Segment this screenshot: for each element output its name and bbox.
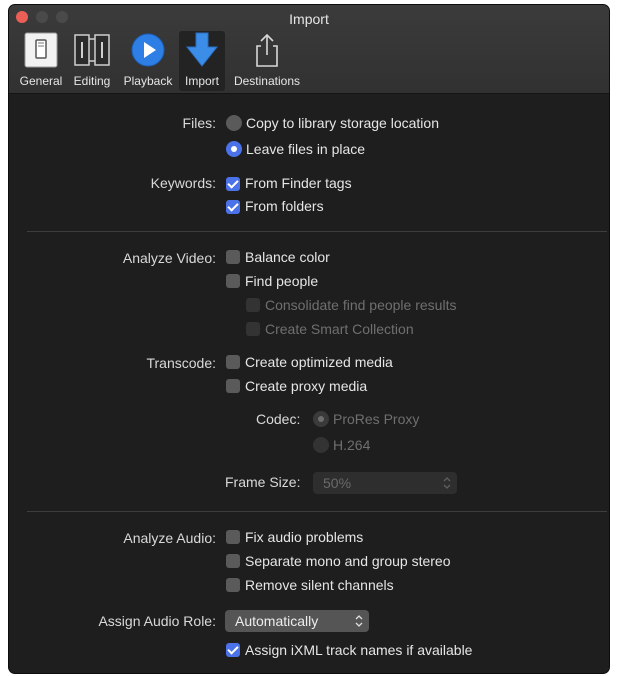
codec-prores-radio[interactable] <box>313 411 329 427</box>
preferences-window: Import General Editing Playback Import D… <box>9 5 609 673</box>
tab-label: Import <box>184 74 219 88</box>
frame-size-value: 50% <box>323 475 352 491</box>
tab-label: Playback <box>123 74 173 88</box>
consolidate-label: Consolidate find people results <box>265 297 457 313</box>
smart-collection-checkbox[interactable] <box>246 322 260 336</box>
codec-h264-label: H.264 <box>333 437 371 453</box>
proxy-media-checkbox[interactable] <box>226 379 240 393</box>
tab-label: Editing <box>73 74 111 88</box>
analyze-video-label: Analyze Video: <box>122 250 216 266</box>
tab-editing[interactable]: Editing <box>69 31 115 91</box>
optimized-media-checkbox[interactable] <box>226 355 240 369</box>
divider <box>27 511 607 512</box>
audio-role-label: Assign Audio Role: <box>98 613 216 629</box>
files-copy-radio[interactable] <box>226 115 242 131</box>
toolbar: Import General Editing Playback Import D… <box>9 5 609 94</box>
folders-checkbox[interactable] <box>226 200 240 214</box>
ixml-checkbox[interactable] <box>226 643 240 657</box>
balance-color-checkbox[interactable] <box>226 250 240 264</box>
codec-label: Codec: <box>256 411 301 427</box>
codec-h264-radio[interactable] <box>313 437 329 453</box>
find-people-checkbox[interactable] <box>226 274 240 288</box>
tab-label: General <box>19 74 63 88</box>
frame-size-label: Frame Size: <box>225 474 301 490</box>
ixml-label[interactable]: Assign iXML track names if available <box>245 640 472 660</box>
files-leave-radio[interactable] <box>226 141 242 157</box>
files-leave-label[interactable]: Leave files in place <box>246 139 365 159</box>
smart-collection-label: Create Smart Collection <box>265 321 414 337</box>
finder-tags-checkbox[interactable] <box>226 177 240 191</box>
import-arrow-icon <box>182 31 222 69</box>
optimized-media-label[interactable]: Create optimized media <box>245 352 393 372</box>
balance-color-label[interactable]: Balance color <box>245 247 330 267</box>
fix-audio-label[interactable]: Fix audio problems <box>245 527 363 547</box>
tab-destinations[interactable]: Destinations <box>228 31 306 91</box>
find-people-label[interactable]: Find people <box>245 271 318 291</box>
transcode-label: Transcode: <box>146 355 216 371</box>
audio-role-value: Automatically <box>235 613 319 629</box>
frame-size-popup[interactable]: 50% <box>313 472 457 494</box>
chevron-updown-icon <box>355 615 363 627</box>
play-icon <box>128 31 168 69</box>
folders-label[interactable]: From folders <box>245 196 324 216</box>
film-strip-icon <box>72 31 112 69</box>
audio-role-popup[interactable]: Automatically <box>225 610 369 632</box>
finder-tags-label[interactable]: From Finder tags <box>245 173 352 193</box>
tab-playback[interactable]: Playback <box>119 31 177 91</box>
separate-mono-label[interactable]: Separate mono and group stereo <box>245 551 450 571</box>
consolidate-checkbox[interactable] <box>246 298 260 312</box>
separate-mono-checkbox[interactable] <box>226 554 240 568</box>
files-label: Files: <box>182 115 216 131</box>
keywords-label: Keywords: <box>150 175 216 191</box>
divider <box>27 231 607 232</box>
analyze-audio-label: Analyze Audio: <box>123 530 216 546</box>
switch-icon <box>21 31 61 69</box>
fix-audio-checkbox[interactable] <box>226 530 240 544</box>
remove-silent-label[interactable]: Remove silent channels <box>245 575 394 595</box>
tab-label: Destinations <box>233 74 301 88</box>
codec-prores-label: ProRes Proxy <box>333 411 420 427</box>
window-title: Import <box>289 11 329 27</box>
proxy-media-label[interactable]: Create proxy media <box>245 376 367 396</box>
chevron-updown-icon <box>443 477 451 489</box>
remove-silent-checkbox[interactable] <box>226 578 240 592</box>
tab-import[interactable]: Import <box>179 31 225 91</box>
tab-general[interactable]: General <box>16 31 66 91</box>
share-icon <box>247 31 287 69</box>
files-copy-label[interactable]: Copy to library storage location <box>246 113 439 133</box>
